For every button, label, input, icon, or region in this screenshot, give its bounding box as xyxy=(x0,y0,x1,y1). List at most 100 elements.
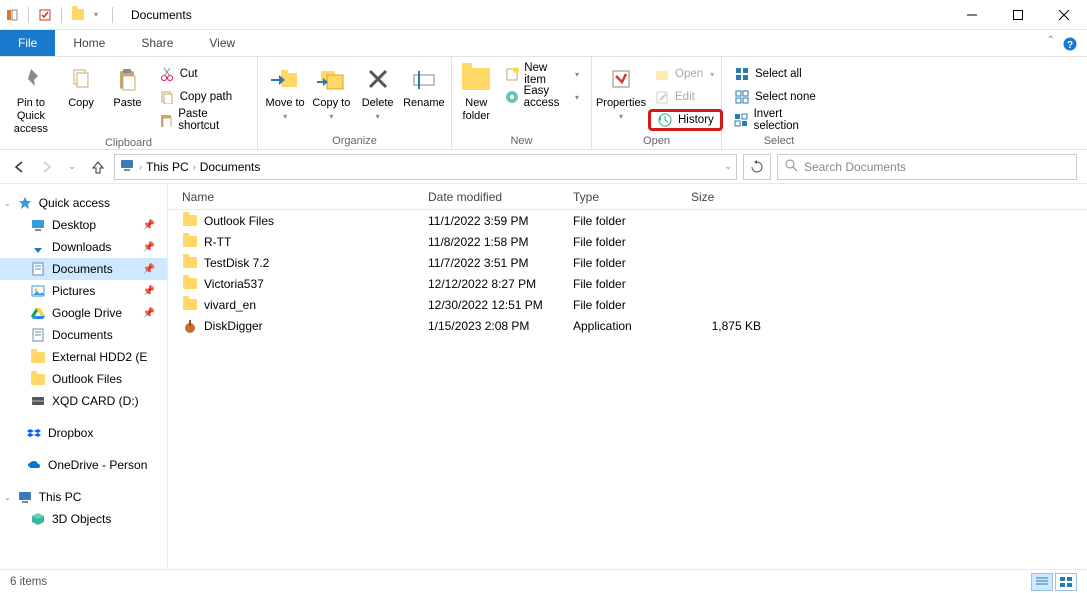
tab-file[interactable]: File xyxy=(0,30,55,56)
search-input[interactable]: Search Documents xyxy=(777,154,1077,180)
pin-icon: 📌 xyxy=(143,242,155,253)
move-to-button[interactable]: Move to▾ xyxy=(264,61,306,122)
copy-path-button[interactable]: Copy path xyxy=(153,86,251,108)
file-icon xyxy=(182,255,198,271)
search-icon xyxy=(784,158,798,175)
sidebar-item[interactable]: Downloads📌 xyxy=(0,236,167,258)
item-icon xyxy=(30,305,46,321)
file-row[interactable]: Outlook Files11/1/2022 3:59 PMFile folde… xyxy=(168,210,1087,231)
column-headers: Name Date modified Type Size xyxy=(168,184,1087,210)
svg-text:?: ? xyxy=(1067,40,1073,51)
col-name[interactable]: Name xyxy=(168,190,428,204)
cut-button[interactable]: Cut xyxy=(153,63,251,85)
file-list: Name Date modified Type Size Outlook Fil… xyxy=(168,184,1087,569)
file-row[interactable]: R-TT11/8/2022 1:58 PMFile folder xyxy=(168,231,1087,252)
help-icon[interactable]: ? xyxy=(1061,30,1079,57)
file-row[interactable]: Victoria53712/12/2022 8:27 PMFile folder xyxy=(168,273,1087,294)
file-date: 11/1/2022 3:59 PM xyxy=(428,214,573,228)
file-name: R-TT xyxy=(204,235,231,249)
file-type: File folder xyxy=(573,214,691,228)
paste-shortcut-button[interactable]: Paste shortcut xyxy=(153,109,251,131)
sidebar-item[interactable]: Google Drive📌 xyxy=(0,302,167,324)
view-large-icons-button[interactable] xyxy=(1055,573,1077,591)
delete-button[interactable]: Delete▾ xyxy=(357,61,399,122)
status-items: 6 items xyxy=(10,576,47,588)
file-type: File folder xyxy=(573,277,691,291)
rename-button[interactable]: Rename xyxy=(403,61,445,110)
properties-button[interactable]: Properties▾ xyxy=(598,61,644,122)
address-bar[interactable]: ›This PC ›Documents ⌄ xyxy=(114,154,737,180)
sidebar-item[interactable]: Desktop📌 xyxy=(0,214,167,236)
sidebar-item[interactable]: Documents xyxy=(0,324,167,346)
minimize-ribbon-icon[interactable]: ⌃ xyxy=(1047,35,1055,46)
col-date[interactable]: Date modified xyxy=(428,190,573,204)
item-icon xyxy=(30,239,46,255)
item-icon xyxy=(30,393,46,409)
pin-icon: 📌 xyxy=(143,220,155,231)
recent-locations-button[interactable]: ⌄ xyxy=(62,157,82,177)
edit-button[interactable]: Edit xyxy=(648,86,723,108)
cut-icon xyxy=(159,66,175,82)
sidebar-item[interactable]: Pictures📌 xyxy=(0,280,167,302)
select-none-button[interactable]: Select none xyxy=(728,86,830,108)
quick-access-toolbar: ▾ Documents xyxy=(0,7,192,23)
new-item-button[interactable]: New item▾ xyxy=(499,63,585,85)
open-icon xyxy=(654,66,670,82)
onedrive-icon xyxy=(26,457,42,473)
item-icon xyxy=(30,349,46,365)
sidebar-item[interactable]: Outlook Files xyxy=(0,368,167,390)
sidebar-3d-objects[interactable]: 3D Objects xyxy=(0,508,167,530)
sidebar-item[interactable]: External HDD2 (E xyxy=(0,346,167,368)
pin-to-quick-access-button[interactable]: Pin to Quick access xyxy=(6,61,56,137)
sidebar-dropbox[interactable]: Dropbox xyxy=(0,422,167,444)
file-name: vivard_en xyxy=(204,298,256,312)
address-dropdown-icon[interactable]: ⌄ xyxy=(724,161,732,172)
file-icon xyxy=(182,234,198,250)
close-button[interactable] xyxy=(1041,0,1087,30)
paste-button[interactable]: Paste xyxy=(106,61,148,110)
select-all-button[interactable]: Select all xyxy=(728,63,830,85)
ribbon-tabs: File Home Share View ⌃ ? xyxy=(0,30,1087,57)
sidebar-onedrive[interactable]: OneDrive - Person xyxy=(0,454,167,476)
invert-selection-button[interactable]: Invert selection xyxy=(728,109,830,131)
forward-button[interactable] xyxy=(36,157,56,177)
new-folder-button[interactable]: New folder xyxy=(458,61,495,123)
properties-icon[interactable] xyxy=(6,9,18,21)
item-icon xyxy=(30,217,46,233)
file-type: File folder xyxy=(573,235,691,249)
minimize-button[interactable] xyxy=(949,0,995,30)
file-type: File folder xyxy=(573,298,691,312)
address-bar-row: ⌄ ›This PC ›Documents ⌄ Search Documents xyxy=(0,150,1087,184)
sidebar-quick-access[interactable]: ⌄Quick access xyxy=(0,192,167,214)
refresh-button[interactable] xyxy=(743,154,771,180)
select-all-icon xyxy=(734,66,750,82)
file-row[interactable]: vivard_en12/30/2022 12:51 PMFile folder xyxy=(168,294,1087,315)
open-button[interactable]: Open▾ xyxy=(648,63,723,85)
sidebar-item[interactable]: XQD CARD (D:) xyxy=(0,390,167,412)
sidebar-item[interactable]: Documents📌 xyxy=(0,258,167,280)
maximize-button[interactable] xyxy=(995,0,1041,30)
view-details-button[interactable] xyxy=(1031,573,1053,591)
history-button[interactable]: History xyxy=(648,109,723,131)
copy-to-button[interactable]: Copy to▾ xyxy=(310,61,352,122)
sidebar-this-pc[interactable]: ⌄This PC xyxy=(0,486,167,508)
breadcrumb[interactable]: This PC xyxy=(146,160,189,174)
back-button[interactable] xyxy=(10,157,30,177)
col-type[interactable]: Type xyxy=(573,190,691,204)
checkbox-icon[interactable] xyxy=(39,9,51,21)
file-row[interactable]: TestDisk 7.211/7/2022 3:51 PMFile folder xyxy=(168,252,1087,273)
file-name: DiskDigger xyxy=(204,319,263,333)
breadcrumb[interactable]: Documents xyxy=(200,160,261,174)
up-button[interactable] xyxy=(88,157,108,177)
file-row[interactable]: DiskDigger1/15/2023 2:08 PMApplication1,… xyxy=(168,315,1087,336)
item-icon xyxy=(30,283,46,299)
tab-share[interactable]: Share xyxy=(123,30,191,56)
new-item-icon xyxy=(505,66,520,82)
tab-home[interactable]: Home xyxy=(55,30,123,56)
tab-view[interactable]: View xyxy=(191,30,253,56)
col-size[interactable]: Size xyxy=(691,190,771,204)
copy-button[interactable]: Copy xyxy=(60,61,102,110)
chevron-down-icon[interactable]: ▾ xyxy=(90,9,102,21)
item-icon xyxy=(30,327,46,343)
easy-access-button[interactable]: Easy access▾ xyxy=(499,86,585,108)
